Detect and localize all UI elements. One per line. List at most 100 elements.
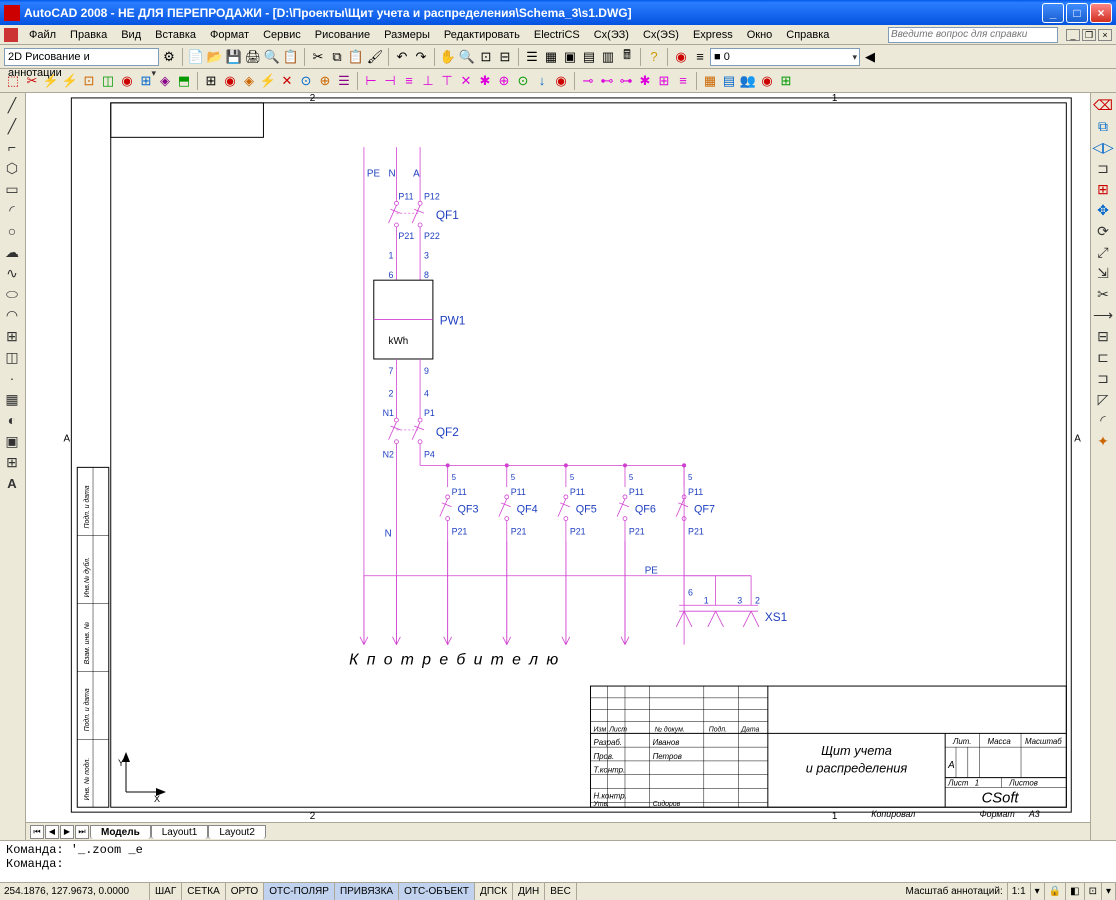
ec-6-icon[interactable]: ◫ xyxy=(99,72,117,90)
open-icon[interactable]: 📂 xyxy=(206,48,224,66)
status-icon-2[interactable]: 🔒 xyxy=(1045,883,1066,900)
tab-first-icon[interactable]: ⏮ xyxy=(30,825,44,839)
status-toggle-орто[interactable]: ОРТО xyxy=(226,883,264,900)
tab-layout1[interactable]: Layout1 xyxy=(151,825,209,839)
status-toggle-дин[interactable]: ДИН xyxy=(513,883,545,900)
workspace-select[interactable]: 2D Рисование и аннотации xyxy=(4,48,159,66)
join-icon[interactable]: ⊐ xyxy=(1093,368,1113,388)
status-icon-1[interactable]: ▾ xyxy=(1031,883,1045,900)
publish-icon[interactable]: 📋 xyxy=(282,48,300,66)
polyline-icon[interactable]: ⌐ xyxy=(2,137,22,157)
layer-manager-icon[interactable]: ≡ xyxy=(691,48,709,66)
grid-6-icon[interactable]: ⊙ xyxy=(297,72,315,90)
circle-icon[interactable]: ○ xyxy=(2,221,22,241)
polygon-icon[interactable]: ⬡ xyxy=(2,158,22,178)
tab-prev-icon[interactable]: ◀ xyxy=(45,825,59,839)
redo-icon[interactable]: ↷ xyxy=(412,48,430,66)
line-icon[interactable]: ╱ xyxy=(2,95,22,115)
break-point-icon[interactable]: ⊟ xyxy=(1093,326,1113,346)
fillet-icon[interactable]: ◜ xyxy=(1093,410,1113,430)
new-icon[interactable]: 📄 xyxy=(187,48,205,66)
zoom-icon[interactable]: 🔍 xyxy=(458,48,476,66)
mirror-icon[interactable]: ◁▷ xyxy=(1093,137,1113,157)
break-icon[interactable]: ⊏ xyxy=(1093,347,1113,367)
grid-2-icon[interactable]: ◉ xyxy=(221,72,239,90)
menu-insert[interactable]: Вставка xyxy=(149,27,202,43)
insert-block-icon[interactable]: ⊞ xyxy=(2,326,22,346)
spline-icon[interactable]: ∿ xyxy=(2,263,22,283)
help-icon[interactable]: ? xyxy=(645,48,663,66)
scale-icon[interactable]: ⤢ xyxy=(1093,242,1113,262)
layer-state-icon[interactable]: ◉ xyxy=(672,48,690,66)
hatch-icon[interactable]: ▦ xyxy=(2,389,22,409)
status-toggle-привязка[interactable]: ПРИВЯЗКА xyxy=(335,883,399,900)
sheet-set-icon[interactable]: ▤ xyxy=(580,48,598,66)
wire-2-icon[interactable]: ⊣ xyxy=(381,72,399,90)
status-toggle-сетка[interactable]: СЕТКА xyxy=(182,883,226,900)
properties-icon[interactable]: ☰ xyxy=(523,48,541,66)
mtext-icon[interactable]: A xyxy=(2,473,22,493)
menu-dimension[interactable]: Размеры xyxy=(378,27,436,43)
mark-6-icon[interactable]: ≡ xyxy=(674,72,692,90)
mark-4-icon[interactable]: ✱ xyxy=(636,72,654,90)
workspace-gear-icon[interactable]: ⚙ xyxy=(160,48,178,66)
mark-3-icon[interactable]: ⊶ xyxy=(617,72,635,90)
doc-restore-button[interactable]: ❐ xyxy=(1082,29,1096,41)
mark-2-icon[interactable]: ⊷ xyxy=(598,72,616,90)
trim-icon[interactable]: ✂ xyxy=(1093,284,1113,304)
layer-select[interactable]: ■ 0 xyxy=(710,48,860,66)
copy-icon[interactable]: ⧉ xyxy=(328,48,346,66)
make-block-icon[interactable]: ◫ xyxy=(2,347,22,367)
status-toggle-шаг[interactable]: ШАГ xyxy=(150,883,182,900)
paste-icon[interactable]: 📋 xyxy=(347,48,365,66)
wire-8-icon[interactable]: ⊕ xyxy=(495,72,513,90)
wire-1-icon[interactable]: ⊢ xyxy=(362,72,380,90)
status-icon-4[interactable]: ⊡ xyxy=(1085,883,1102,900)
minimize-button[interactable]: _ xyxy=(1042,3,1064,23)
point-icon[interactable]: · xyxy=(2,368,22,388)
mark-5-icon[interactable]: ⊞ xyxy=(655,72,673,90)
close-button[interactable]: × xyxy=(1090,3,1112,23)
tab-model[interactable]: Модель xyxy=(90,825,151,839)
move-icon[interactable]: ✥ xyxy=(1093,200,1113,220)
erase-icon[interactable]: ⌫ xyxy=(1093,95,1113,115)
undo-icon[interactable]: ↶ xyxy=(393,48,411,66)
markup-icon[interactable]: ▥ xyxy=(599,48,617,66)
status-toggle-отс-объект[interactable]: ОТС-ОБЪЕКТ xyxy=(399,883,475,900)
calc-icon[interactable]: 🖩 xyxy=(618,48,636,66)
explode-icon[interactable]: ✦ xyxy=(1093,431,1113,451)
wire-11-icon[interactable]: ◉ xyxy=(552,72,570,90)
menu-cx2[interactable]: Cx(ЭS) xyxy=(637,27,685,43)
extend-icon[interactable]: ⟶ xyxy=(1093,305,1113,325)
ec-7-icon[interactable]: ◉ xyxy=(118,72,136,90)
design-center-icon[interactable]: ▦ xyxy=(542,48,560,66)
match-prop-icon[interactable]: 🖌 xyxy=(366,48,384,66)
doc-minimize-button[interactable]: _ xyxy=(1066,29,1080,41)
rectangle-icon[interactable]: ▭ xyxy=(2,179,22,199)
menu-format[interactable]: Формат xyxy=(204,27,255,43)
status-icon-3[interactable]: ◧ xyxy=(1066,883,1084,900)
menu-help[interactable]: Справка xyxy=(780,27,835,43)
offset-icon[interactable]: ⊐ xyxy=(1093,158,1113,178)
report-4-icon[interactable]: ◉ xyxy=(758,72,776,90)
ellipse-arc-icon[interactable]: ◠ xyxy=(2,305,22,325)
wire-10-icon[interactable]: ↓ xyxy=(533,72,551,90)
report-1-icon[interactable]: ▦ xyxy=(701,72,719,90)
drawing-canvas[interactable]: 2 1 A A 2 1 Подп. и дата Инв.№ дубл. Вза… xyxy=(26,93,1090,822)
ellipse-icon[interactable]: ⬭ xyxy=(2,284,22,304)
status-toggle-дпск[interactable]: ДПСК xyxy=(475,883,513,900)
report-3-icon[interactable]: 👥 xyxy=(739,72,757,90)
grid-3-icon[interactable]: ◈ xyxy=(240,72,258,90)
menu-electrics[interactable]: ElectriCS xyxy=(528,27,586,43)
cut-icon[interactable]: ✂ xyxy=(309,48,327,66)
menu-tools[interactable]: Сервис xyxy=(257,27,307,43)
stretch-icon[interactable]: ⇲ xyxy=(1093,263,1113,283)
command-line[interactable]: Команда: '_.zoom _e Команда: xyxy=(0,840,1116,882)
xline-icon[interactable]: ╱ xyxy=(2,116,22,136)
wire-7-icon[interactable]: ✱ xyxy=(476,72,494,90)
save-icon[interactable]: 💾 xyxy=(225,48,243,66)
grid-1-icon[interactable]: ⊞ xyxy=(202,72,220,90)
grid-5-icon[interactable]: ✕ xyxy=(278,72,296,90)
region-icon[interactable]: ▣ xyxy=(2,431,22,451)
ec-4-icon[interactable]: ⚡ xyxy=(61,72,79,90)
